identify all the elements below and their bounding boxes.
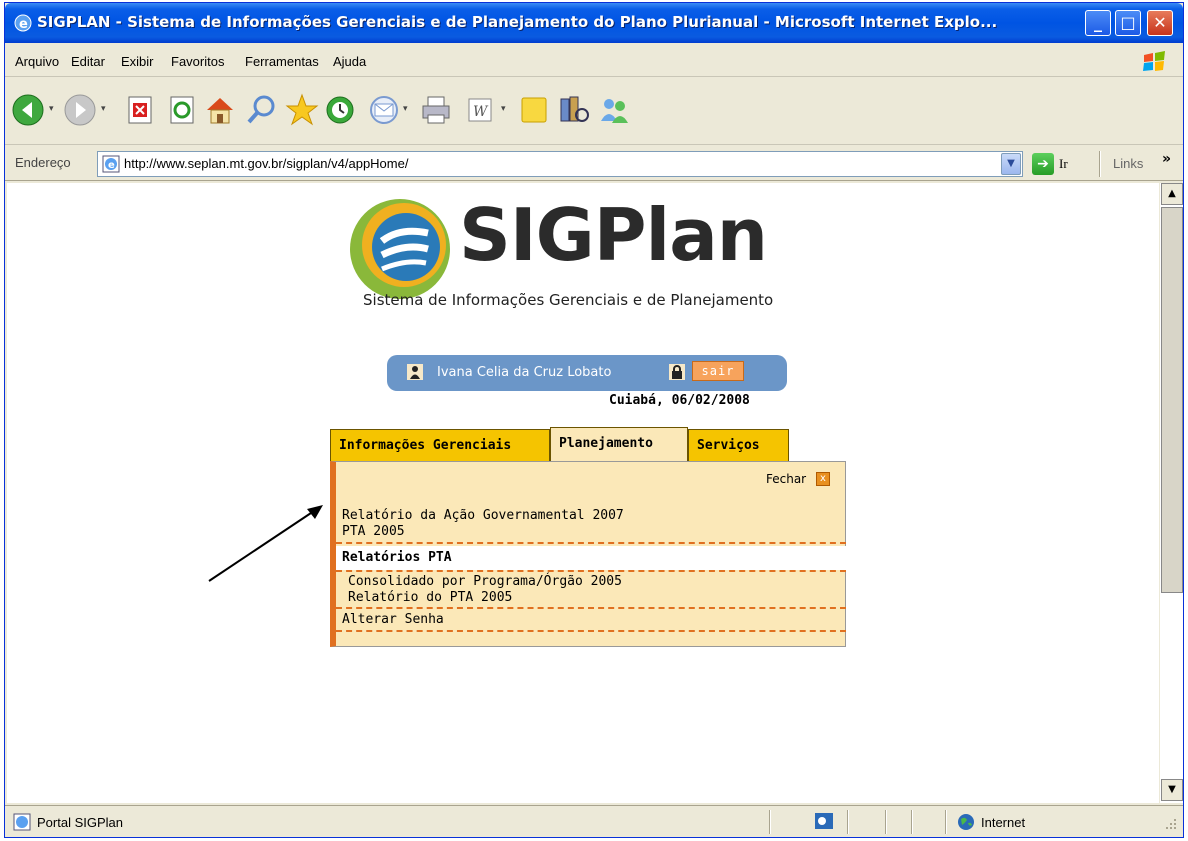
- maximize-button[interactable]: □: [1115, 10, 1141, 36]
- vertical-scrollbar[interactable]: ▲ ▼: [1159, 183, 1183, 803]
- resize-grip-icon[interactable]: [1163, 816, 1177, 830]
- close-button[interactable]: ✕: [1147, 10, 1173, 36]
- status-separator: [847, 810, 849, 834]
- mail-dropdown-icon[interactable]: ▾: [403, 104, 408, 114]
- links-button[interactable]: Links: [1113, 156, 1143, 171]
- refresh-icon[interactable]: [165, 93, 199, 127]
- divider: [336, 630, 846, 632]
- go-button[interactable]: Ir: [1059, 156, 1068, 172]
- windows-flag-icon: [1143, 51, 1165, 71]
- close-icon: ✕: [1153, 13, 1167, 32]
- ie-logo-icon: e: [14, 14, 32, 32]
- status-separator: [885, 810, 887, 834]
- stop-icon[interactable]: [123, 93, 157, 127]
- messenger-icon[interactable]: [597, 93, 631, 127]
- status-separator: [769, 810, 771, 834]
- maximize-icon: □: [1120, 13, 1136, 32]
- location-date: Cuiabá, 06/02/2008: [609, 393, 750, 408]
- user-name: Ivana Celia da Cruz Lobato: [437, 365, 612, 380]
- svg-text:e: e: [108, 160, 115, 171]
- menu-editar[interactable]: Editar: [71, 54, 105, 69]
- svg-text:W: W: [473, 104, 489, 120]
- menu-item-alterar-senha[interactable]: Alterar Senha: [342, 612, 444, 627]
- browser-window: e SIGPLAN - Sistema de Informações Geren…: [4, 2, 1184, 838]
- divider: [336, 607, 846, 609]
- toolbar: ▾ ▾ ▾ W ▾: [5, 79, 1183, 145]
- close-panel-link[interactable]: Fechar: [766, 472, 806, 486]
- mail-icon[interactable]: [367, 93, 401, 127]
- status-text: Portal SIGPlan: [37, 815, 123, 830]
- user-icon: [407, 364, 423, 380]
- search-icon[interactable]: [245, 93, 279, 127]
- back-icon[interactable]: [11, 93, 45, 127]
- menu-bar: Arquivo Editar Exibir Favoritos Ferramen…: [5, 47, 1183, 77]
- menu-arquivo[interactable]: Arquivo: [15, 54, 59, 69]
- window-title: SIGPLAN - Sistema de Informações Gerenci…: [37, 13, 998, 31]
- zone-text: Internet: [981, 815, 1026, 830]
- divider: [336, 542, 846, 544]
- tab-informacoes-gerenciais[interactable]: Informações Gerenciais: [330, 429, 550, 461]
- menu-item-relatorio-pta[interactable]: Relatório do PTA 2005: [348, 590, 512, 605]
- address-bar: Endereço e http://www.seplan.mt.gov.br/s…: [5, 147, 1183, 181]
- page-content: SIGPlan Sistema de Informações Gerenciai…: [7, 183, 1159, 803]
- favorites-icon[interactable]: [285, 93, 319, 127]
- address-input[interactable]: e http://www.seplan.mt.gov.br/sigplan/v4…: [97, 151, 1023, 177]
- home-icon[interactable]: [203, 93, 237, 127]
- logo-wordmark: SIGPlan: [459, 193, 768, 277]
- scroll-thumb[interactable]: [1161, 207, 1183, 593]
- divider: [336, 570, 846, 572]
- menu-item-pta-2005[interactable]: PTA 2005: [342, 524, 405, 539]
- tab-servicos[interactable]: Serviços: [688, 429, 789, 461]
- user-bar: Ivana Celia da Cruz Lobato sair: [387, 355, 787, 391]
- status-bar: Portal SIGPlan Internet: [5, 805, 1183, 837]
- status-separator: [911, 810, 913, 834]
- section-header-relatorios-pta: Relatórios PTA: [336, 546, 846, 570]
- print-icon[interactable]: [419, 93, 453, 127]
- scroll-track[interactable]: [1161, 595, 1183, 777]
- research-icon[interactable]: [557, 93, 591, 127]
- notes-icon[interactable]: [517, 93, 551, 127]
- menu-panel: Fechar x Relatório da Ação Governamental…: [330, 461, 846, 647]
- section-title: Relatórios PTA: [342, 550, 452, 565]
- edit-dropdown-icon[interactable]: ▾: [501, 104, 506, 114]
- tab-planejamento[interactable]: Planejamento: [550, 427, 688, 463]
- address-label: Endereço: [15, 155, 71, 170]
- status-separator: [945, 810, 947, 834]
- menu-exibir[interactable]: Exibir: [121, 54, 154, 69]
- go-arrow-icon[interactable]: ➔: [1032, 153, 1054, 175]
- minimize-button[interactable]: _: [1085, 10, 1111, 36]
- history-icon[interactable]: [323, 93, 357, 127]
- edit-icon[interactable]: W: [463, 93, 497, 127]
- logo-subtitle: Sistema de Informações Gerenciais e de P…: [363, 291, 774, 309]
- back-dropdown-icon[interactable]: ▾: [49, 104, 54, 114]
- scroll-down-icon[interactable]: ▼: [1161, 779, 1183, 801]
- menu-item-relatorio-acao-governamental[interactable]: Relatório da Ação Governamental 2007: [342, 508, 624, 523]
- scroll-up-icon[interactable]: ▲: [1161, 183, 1183, 205]
- menu-favoritos[interactable]: Favoritos: [171, 54, 224, 69]
- close-panel-icon[interactable]: x: [816, 472, 830, 486]
- lock-icon[interactable]: [669, 364, 685, 380]
- svg-text:e: e: [19, 17, 28, 32]
- address-url: http://www.seplan.mt.gov.br/sigplan/v4/a…: [124, 156, 409, 171]
- logout-button[interactable]: sair: [692, 361, 744, 381]
- menu-item-consolidado[interactable]: Consolidado por Programa/Órgão 2005: [348, 574, 622, 589]
- annotation-arrow: [208, 505, 323, 582]
- address-separator: [1099, 151, 1101, 177]
- page-icon: e: [102, 155, 120, 173]
- sigplan-logo-icon: [350, 199, 450, 299]
- globe-icon: [958, 814, 974, 830]
- menu-ferramentas[interactable]: Ferramentas: [245, 54, 319, 69]
- minimize-icon: _: [1094, 13, 1102, 32]
- page-status-icon: [13, 813, 31, 831]
- title-bar: e SIGPLAN - Sistema de Informações Geren…: [5, 3, 1183, 43]
- links-chevron-icon[interactable]: »: [1162, 151, 1171, 167]
- menu-ajuda[interactable]: Ajuda: [333, 54, 366, 69]
- outlook-icon: [815, 813, 833, 829]
- forward-icon[interactable]: [63, 93, 97, 127]
- forward-dropdown-icon[interactable]: ▾: [101, 104, 106, 114]
- address-dropdown-icon[interactable]: ▼: [1001, 153, 1021, 175]
